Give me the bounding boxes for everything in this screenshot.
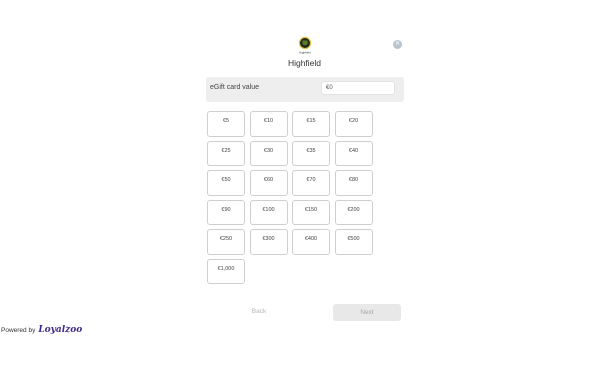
logo-text: Highfield — [299, 51, 311, 55]
amount-button[interactable]: €200 — [334, 199, 373, 225]
amount-button[interactable]: €30 — [249, 140, 288, 166]
amount-button[interactable]: €80 — [334, 170, 373, 196]
amount-button[interactable]: €35 — [292, 140, 330, 166]
amount-button[interactable]: €1,000 — [207, 258, 245, 284]
amount-button[interactable]: €400 — [292, 229, 330, 255]
egift-value-input[interactable]: €0 — [321, 81, 395, 95]
brand-logo: Highfield — [297, 36, 313, 55]
amount-button[interactable]: €40 — [334, 140, 373, 166]
amount-button[interactable]: €20 — [334, 111, 373, 137]
provider-logo[interactable]: Loyalzoo — [38, 325, 82, 335]
egift-value-label: eGift card value — [210, 84, 260, 91]
amount-button[interactable]: €5 — [207, 111, 245, 137]
next-button[interactable]: Next — [333, 304, 401, 321]
amount-button[interactable]: €50 — [207, 170, 245, 196]
close-icon[interactable]: ✕ — [393, 40, 402, 49]
amount-button[interactable]: €150 — [292, 199, 330, 225]
amount-grid: €5 €10 €15 €20 €25 €30 €35 €40 €50 €60 €70 €80 €90 €1… — [207, 111, 377, 284]
amount-button[interactable]: €300 — [249, 229, 288, 255]
amount-button[interactable]: €500 — [334, 229, 373, 255]
amount-button[interactable]: €15 — [292, 111, 330, 137]
amount-button[interactable]: €10 — [249, 111, 288, 137]
powered-by: Powered by Loyalzoo — [1, 325, 82, 335]
amount-button[interactable]: €60 — [249, 170, 288, 196]
amount-button[interactable]: €90 — [207, 199, 245, 225]
amount-button[interactable]: €25 — [207, 140, 245, 166]
egift-value-panel: eGift card value €0 — [206, 77, 404, 102]
amount-button[interactable]: €70 — [292, 170, 330, 196]
amount-button[interactable]: €100 — [249, 199, 288, 225]
back-button[interactable]: Back — [248, 308, 270, 315]
amount-button[interactable]: €250 — [207, 229, 245, 255]
powered-by-label: Powered by — [1, 326, 36, 334]
brand-title: Highfield — [287, 58, 322, 68]
